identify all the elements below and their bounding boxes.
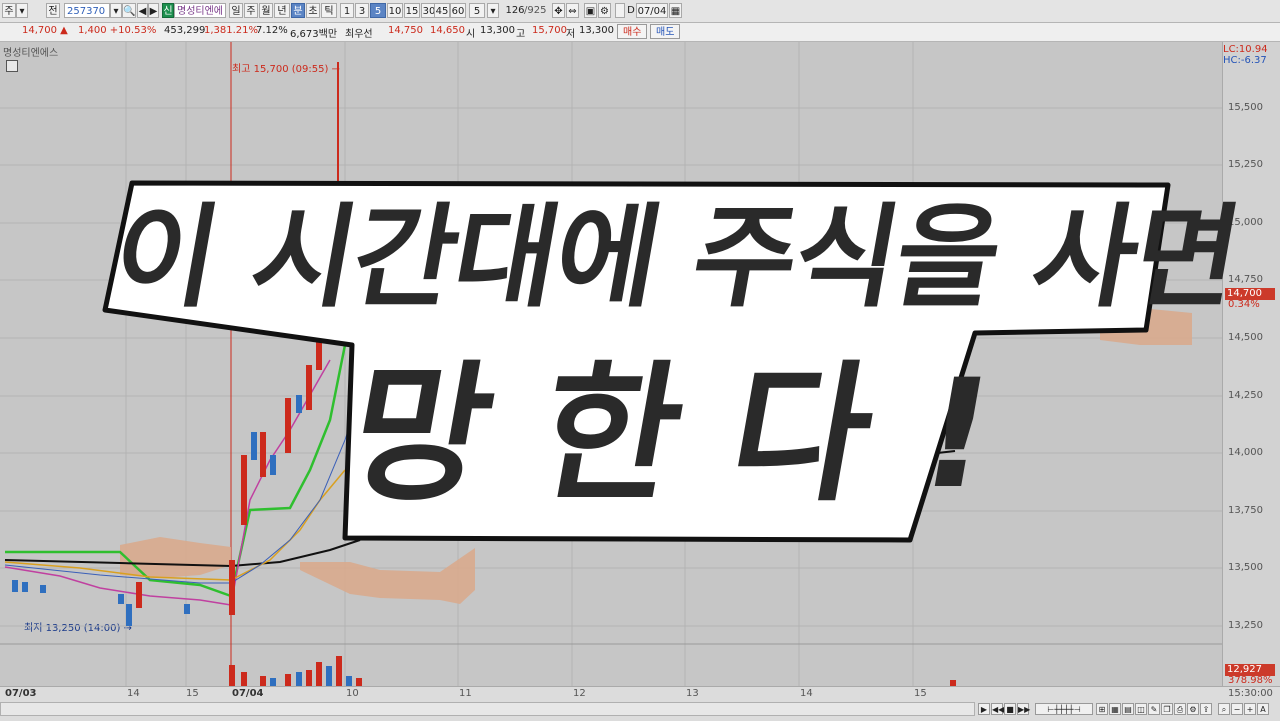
- x-tick: 15: [914, 688, 927, 699]
- volume-bar: [356, 678, 362, 686]
- candle: [229, 560, 235, 615]
- volume-bar: [336, 656, 342, 686]
- candle: [306, 365, 312, 410]
- volume-bar: [316, 662, 322, 686]
- volume-bar: [270, 678, 276, 686]
- volume-bar: [285, 674, 291, 686]
- x-tick: 07/04: [232, 688, 264, 699]
- caption-line-1: 이 시간대에 주식을 사면: [103, 193, 1248, 323]
- stop-icon[interactable]: ■: [1004, 703, 1016, 715]
- play-icon[interactable]: ▶: [978, 703, 990, 715]
- caption-line-2: 망 한 다 !: [336, 348, 1007, 522]
- candle: [22, 582, 28, 592]
- x-tick: 13: [686, 688, 699, 699]
- time-label: 15:30:00: [1228, 688, 1273, 699]
- x-tick: 12: [573, 688, 586, 699]
- x-tick: 11: [459, 688, 472, 699]
- candle: [260, 432, 266, 477]
- candle: [40, 585, 46, 593]
- forward-icon[interactable]: ▶▶: [1017, 703, 1030, 715]
- volume-bar: [306, 670, 312, 686]
- volume-bar: [260, 676, 266, 686]
- candle: [296, 395, 302, 413]
- zoom-slider[interactable]: ⊢┼┼┼┼⊣: [1035, 703, 1093, 715]
- tool-icon[interactable]: ✎: [1148, 703, 1160, 715]
- candle: [126, 604, 132, 626]
- candle: [270, 455, 276, 475]
- chart-icon[interactable]: ◫: [1135, 703, 1147, 715]
- copy-icon[interactable]: ❐: [1161, 703, 1173, 715]
- volume-bar: [346, 676, 352, 686]
- rewind-icon[interactable]: ◀◀: [991, 703, 1004, 715]
- volume-bar: [296, 672, 302, 686]
- candle: [12, 580, 18, 592]
- x-tick: 07/03: [5, 688, 37, 699]
- candle: [285, 398, 291, 453]
- zoom-out-icon[interactable]: −: [1231, 703, 1243, 715]
- fit-icon[interactable]: ⊞: [1096, 703, 1108, 715]
- x-tick: 14: [800, 688, 813, 699]
- x-tick: 10: [346, 688, 359, 699]
- candle: [251, 432, 257, 460]
- volume-bar: [326, 666, 332, 686]
- candle: [118, 594, 124, 604]
- grid-icon[interactable]: ▦: [1109, 703, 1121, 715]
- x-tick: 14: [127, 688, 140, 699]
- chart-scrollbar[interactable]: [0, 702, 975, 716]
- settings-icon[interactable]: ⚙: [1187, 703, 1199, 715]
- print-icon[interactable]: ⎙: [1174, 703, 1186, 715]
- ichimoku-cloud: [120, 537, 231, 578]
- layout-icon[interactable]: ▤: [1122, 703, 1134, 715]
- volume-bar: [229, 665, 235, 686]
- export-icon[interactable]: ⇪: [1200, 703, 1212, 715]
- zoom-search-icon[interactable]: ⌕: [1218, 703, 1230, 715]
- volume-bars: [229, 656, 956, 686]
- candle: [136, 582, 142, 608]
- candle: [316, 340, 322, 370]
- font-size-icon[interactable]: A: [1257, 703, 1269, 715]
- x-tick: 15: [186, 688, 199, 699]
- ichimoku-cloud: [300, 548, 475, 604]
- volume-bar: [241, 672, 247, 686]
- candle: [184, 604, 190, 614]
- candle: [241, 455, 247, 525]
- zoom-in-icon[interactable]: +: [1244, 703, 1256, 715]
